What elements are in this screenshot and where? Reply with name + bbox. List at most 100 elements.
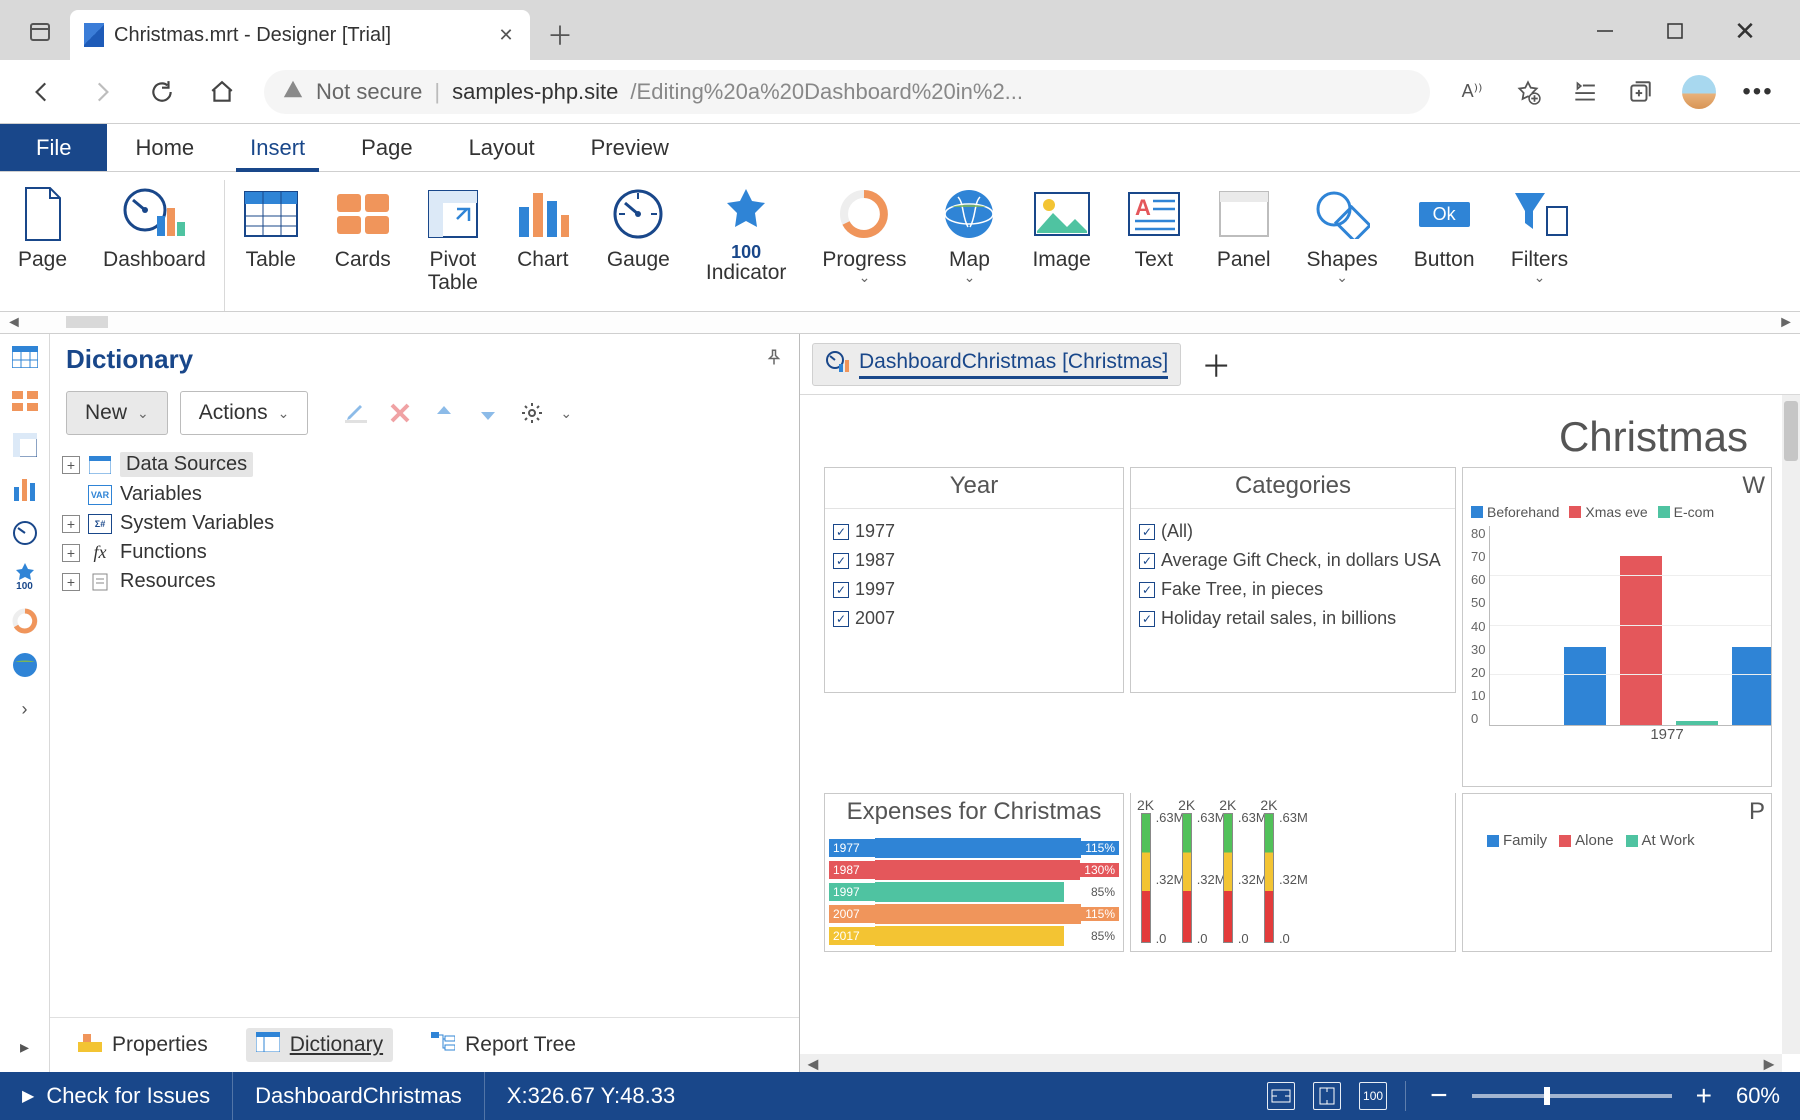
canvas-hscrollbar[interactable]: ◄► bbox=[800, 1054, 1782, 1072]
ribbon-item-gauge[interactable]: Gauge bbox=[589, 180, 688, 311]
category-item[interactable]: (All) bbox=[1137, 517, 1449, 546]
window-close-button[interactable]: ✕ bbox=[1730, 16, 1760, 46]
ribbon-item-progress[interactable]: Progress ⌄ bbox=[804, 180, 924, 311]
year-item[interactable]: 2007 bbox=[831, 604, 1117, 633]
read-aloud-icon[interactable]: A⁾⁾ bbox=[1458, 78, 1486, 106]
panel-categories[interactable]: Categories (All) Average Gift Check, in … bbox=[1130, 467, 1456, 693]
document-tab[interactable]: DashboardChristmas [Christmas] bbox=[812, 343, 1181, 386]
browser-refresh-button[interactable] bbox=[134, 68, 190, 116]
favorites-list-icon[interactable] bbox=[1570, 78, 1598, 106]
canvas-vscrollbar[interactable] bbox=[1782, 395, 1800, 1054]
ribbon-item-map[interactable]: Map ⌄ bbox=[924, 180, 1014, 311]
rail-chart-icon[interactable] bbox=[10, 474, 40, 504]
category-item[interactable]: Fake Tree, in pieces bbox=[1137, 575, 1449, 604]
rail-gauge-icon[interactable] bbox=[10, 518, 40, 548]
dropdown-chevron-icon[interactable]: ⌄ bbox=[1534, 269, 1546, 286]
edit-icon[interactable] bbox=[340, 397, 372, 429]
footer-dictionary-button[interactable]: Dictionary bbox=[246, 1028, 393, 1062]
year-item[interactable]: 1997 bbox=[831, 575, 1117, 604]
ruler-right-arrow-icon[interactable]: ► bbox=[1778, 314, 1794, 332]
panel-bar-chart[interactable]: W Beforehand Xmas eve E-com 807060504030… bbox=[1462, 467, 1772, 787]
dropdown-chevron-icon[interactable]: ⌄ bbox=[859, 269, 871, 286]
new-button[interactable]: New⌄ bbox=[66, 391, 168, 435]
rail-indicator-icon[interactable]: 100 bbox=[10, 562, 40, 592]
dropdown-chevron-icon[interactable]: ⌄ bbox=[964, 269, 976, 286]
browser-tab[interactable]: Christmas.mrt - Designer [Trial] ✕ bbox=[70, 10, 530, 60]
panel-gauges[interactable]: 2K.63M.32M.0 2K.63M.32M.0 2K.63M.32M.0 2… bbox=[1130, 793, 1456, 952]
window-maximize-button[interactable] bbox=[1660, 16, 1690, 46]
panel-year[interactable]: Year 1977 1987 1997 2007 bbox=[824, 467, 1124, 693]
footer-properties-button[interactable]: Properties bbox=[68, 1028, 218, 1062]
tree-node-variables[interactable]: VARVariables bbox=[60, 480, 789, 509]
pin-icon[interactable] bbox=[765, 348, 783, 371]
collections-icon[interactable] bbox=[1626, 78, 1654, 106]
new-tab-button[interactable]: ＋ bbox=[540, 14, 580, 54]
window-minimize-button[interactable] bbox=[1590, 16, 1620, 46]
ruler-left-arrow-icon[interactable]: ◄ bbox=[6, 314, 22, 332]
move-up-icon[interactable] bbox=[428, 397, 460, 429]
rail-more-icon[interactable]: › bbox=[10, 694, 40, 724]
move-down-icon[interactable] bbox=[472, 397, 504, 429]
delete-icon[interactable] bbox=[384, 397, 416, 429]
ribbon-item-indicator[interactable]: 100 Indicator bbox=[688, 180, 805, 311]
tree-node-data-sources[interactable]: +Data Sources bbox=[60, 449, 789, 480]
zoom-in-button[interactable]: + bbox=[1690, 1080, 1718, 1112]
settings-chevron-icon[interactable]: ⌄ bbox=[560, 405, 572, 422]
ribbon-tab-preview[interactable]: Preview bbox=[563, 124, 697, 171]
footer-report-tree-button[interactable]: Report Tree bbox=[421, 1028, 586, 1062]
ribbon-tab-layout[interactable]: Layout bbox=[441, 124, 563, 171]
rail-table-icon[interactable] bbox=[10, 342, 40, 372]
browser-home-button[interactable] bbox=[194, 68, 250, 116]
rail-cards-icon[interactable] bbox=[10, 386, 40, 416]
design-canvas[interactable]: Christmas Year 1977 1987 1997 2007 bbox=[800, 394, 1800, 1072]
ribbon-item-shapes[interactable]: Shapes ⌄ bbox=[1289, 180, 1396, 311]
document-add-button[interactable]: ＋ bbox=[1195, 342, 1237, 386]
status-layout-icon-1[interactable] bbox=[1267, 1082, 1295, 1110]
browser-menu-icon[interactable]: ••• bbox=[1744, 78, 1772, 106]
ribbon-item-image[interactable]: Image bbox=[1014, 180, 1108, 311]
actions-button[interactable]: Actions⌄ bbox=[180, 391, 309, 435]
rail-pivot-icon[interactable] bbox=[10, 430, 40, 460]
status-layout-icon-2[interactable] bbox=[1313, 1082, 1341, 1110]
ribbon-tab-home[interactable]: Home bbox=[107, 124, 222, 171]
settings-icon[interactable] bbox=[516, 397, 548, 429]
ribbon-item-button[interactable]: Ok Button bbox=[1396, 180, 1493, 311]
zoom-value[interactable]: 60% bbox=[1736, 1083, 1780, 1109]
rail-map-icon[interactable] bbox=[10, 650, 40, 680]
ribbon-item-chart[interactable]: Chart bbox=[497, 180, 589, 311]
category-item[interactable]: Holiday retail sales, in billions bbox=[1137, 604, 1449, 633]
ribbon-tab-insert[interactable]: Insert bbox=[222, 124, 333, 171]
browser-back-button[interactable] bbox=[14, 68, 70, 116]
ribbon-item-page[interactable]: Page bbox=[0, 180, 85, 311]
tab-close-button[interactable]: ✕ bbox=[496, 25, 516, 45]
tab-actions-button[interactable] bbox=[20, 12, 60, 52]
tree-node-resources[interactable]: +Resources bbox=[60, 567, 789, 596]
tree-node-system-variables[interactable]: +Σ#System Variables bbox=[60, 509, 789, 538]
ribbon-item-text[interactable]: A Text bbox=[1109, 180, 1199, 311]
tree-node-functions[interactable]: +fxFunctions bbox=[60, 538, 789, 567]
ribbon-tab-page[interactable]: Page bbox=[333, 124, 440, 171]
profile-avatar[interactable] bbox=[1682, 75, 1716, 109]
check-for-issues-button[interactable]: ▶Check for Issues bbox=[0, 1072, 233, 1120]
ribbon-item-table[interactable]: Table bbox=[225, 180, 317, 311]
ribbon-item-pivot[interactable]: Pivot Table bbox=[409, 180, 497, 311]
zoom-slider[interactable] bbox=[1472, 1094, 1672, 1098]
rail-progress-icon[interactable] bbox=[10, 606, 40, 636]
ribbon-item-dashboard[interactable]: Dashboard bbox=[85, 180, 225, 311]
address-bar[interactable]: Not secure | samples-php.site/Editing%20… bbox=[264, 70, 1430, 114]
rail-expand-icon[interactable]: ▸ bbox=[10, 1032, 40, 1062]
zoom-out-button[interactable]: − bbox=[1424, 1079, 1454, 1113]
ribbon-item-filters[interactable]: Filters ⌄ bbox=[1493, 180, 1587, 311]
ribbon-item-panel[interactable]: Panel bbox=[1199, 180, 1289, 311]
panel-expenses[interactable]: Expenses for Christmas 1977115% 1987130%… bbox=[824, 793, 1124, 952]
panel-lower-right[interactable]: P Family Alone At Work bbox=[1462, 793, 1772, 952]
ribbon-item-cards[interactable]: Cards bbox=[317, 180, 409, 311]
category-item[interactable]: Average Gift Check, in dollars USA bbox=[1137, 546, 1449, 575]
ribbon-tab-file[interactable]: File bbox=[0, 124, 107, 171]
favorite-icon[interactable] bbox=[1514, 78, 1542, 106]
dropdown-chevron-icon[interactable]: ⌄ bbox=[1336, 269, 1348, 286]
year-item[interactable]: 1987 bbox=[831, 546, 1117, 575]
dashboard-surface[interactable]: Christmas Year 1977 1987 1997 2007 bbox=[820, 409, 1776, 956]
status-unit-button[interactable]: 100 bbox=[1359, 1082, 1387, 1110]
year-item[interactable]: 1977 bbox=[831, 517, 1117, 546]
